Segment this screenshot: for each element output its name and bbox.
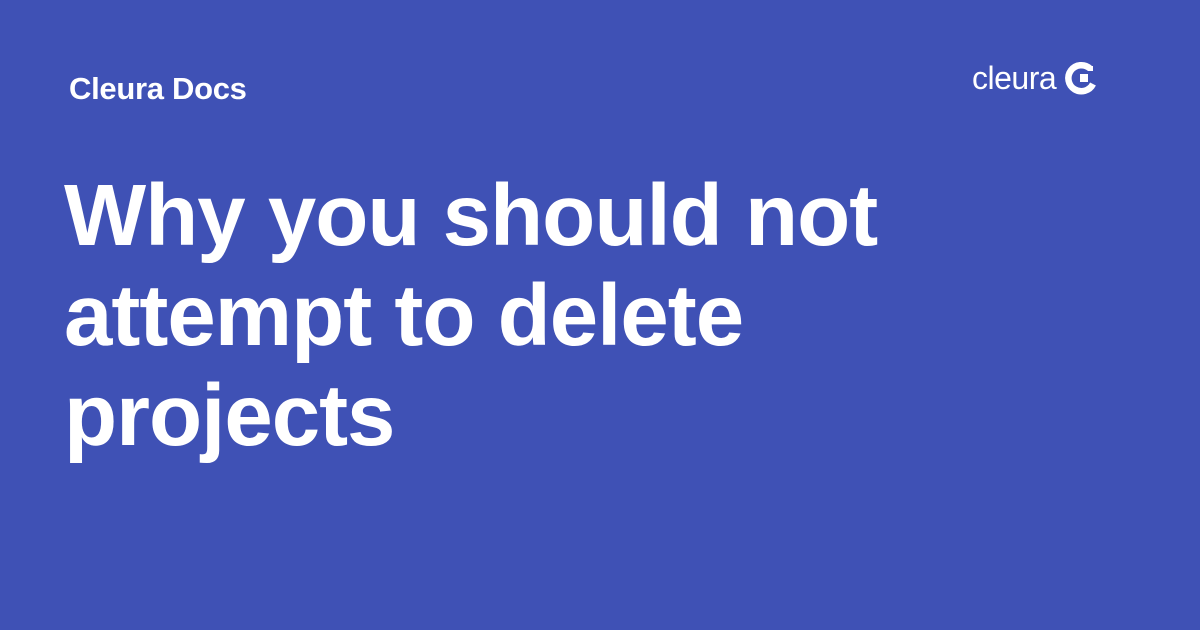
cleura-logo: cleura [972,56,1099,100]
page-title: Why you should not attempt to delete pro… [64,167,878,464]
site-name: Cleura Docs [69,71,247,106]
cleura-c-icon [1065,61,1097,95]
logo-wordmark: cleura [972,60,1057,96]
